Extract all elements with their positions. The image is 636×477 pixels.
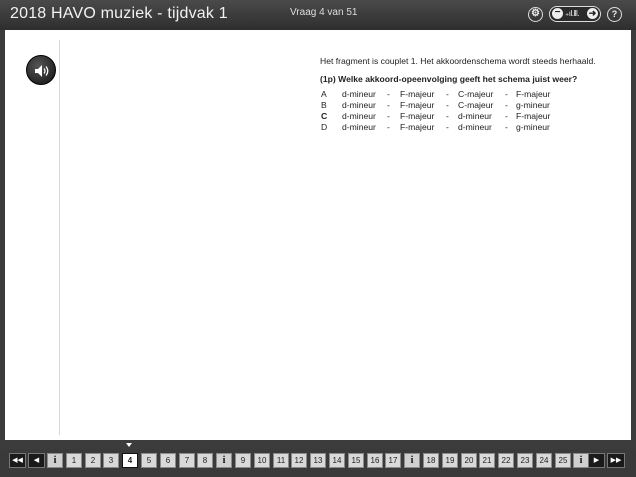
double-left-arrow-icon[interactable]: ◀◀ bbox=[9, 453, 26, 468]
help-icon[interactable]: ? bbox=[607, 7, 622, 22]
nav-question-15[interactable]: 15 bbox=[348, 453, 364, 468]
left-arrow-icon[interactable]: ◀ bbox=[28, 453, 45, 468]
chord-separator: - bbox=[387, 89, 390, 99]
nav-question-25[interactable]: 25 bbox=[555, 453, 571, 468]
option-chord: F-majeur bbox=[400, 122, 435, 132]
nav-question-11[interactable]: 11 bbox=[273, 453, 289, 468]
nav-question-20[interactable]: 20 bbox=[461, 453, 477, 468]
nav-question-3[interactable]: 3 bbox=[103, 453, 119, 468]
nav-question-8[interactable]: 8 bbox=[197, 453, 213, 468]
option-chord: d-mineur bbox=[458, 111, 492, 121]
answer-option[interactable]: Bd-mineur - F-majeur - C-majeur - g-mineur bbox=[320, 100, 620, 111]
nav-question-9[interactable]: 9 bbox=[235, 453, 251, 468]
chord-separator: - bbox=[446, 100, 449, 110]
question-prompt: (1p) Welke akkoord-opeenvolging geeft he… bbox=[320, 74, 578, 84]
question-intro: Het fragment is couplet 1. Het akkoorden… bbox=[320, 56, 596, 66]
option-chord: F-majeur bbox=[516, 89, 551, 99]
answer-options: Ad-mineur - F-majeur - C-majeur - F-majeur Bd-m… bbox=[320, 89, 620, 133]
info-icon[interactable]: i bbox=[216, 453, 232, 468]
nav-question-23[interactable]: 23 bbox=[517, 453, 533, 468]
answer-option[interactable]: Ad-mineur - F-majeur - C-majeur - F-majeur bbox=[320, 89, 620, 100]
exam-app-window: 2018 HAVO muziek - tijdvak 1 Vraag 4 van… bbox=[0, 0, 636, 477]
double-right-arrow-icon[interactable]: ▶▶ bbox=[607, 453, 625, 468]
option-chord: F-majeur bbox=[516, 111, 551, 121]
current-question-marker bbox=[126, 443, 132, 447]
right-arrow-icon[interactable]: ▶ bbox=[588, 453, 605, 468]
option-chord: d-mineur bbox=[342, 122, 376, 132]
chord-separator: - bbox=[387, 122, 390, 132]
chord-separator: - bbox=[387, 111, 390, 121]
header-bar: 2018 HAVO muziek - tijdvak 1 Vraag 4 van… bbox=[0, 0, 636, 30]
question-counter: Vraag 4 van 51 bbox=[290, 7, 358, 18]
nav-question-18[interactable]: 18 bbox=[423, 453, 439, 468]
option-letter: A bbox=[321, 89, 327, 99]
nav-question-7[interactable]: 7 bbox=[179, 453, 195, 468]
info-icon[interactable]: i bbox=[404, 453, 420, 468]
nav-question-1[interactable]: 1 bbox=[66, 453, 82, 468]
nav-question-22[interactable]: 22 bbox=[498, 453, 514, 468]
info-icon[interactable]: i bbox=[47, 453, 63, 468]
nav-question-10[interactable]: 10 bbox=[254, 453, 270, 468]
nav-question-16[interactable]: 16 bbox=[367, 453, 383, 468]
zoom-control: − ₊ıl.lll. ➜ bbox=[549, 6, 601, 22]
nav-question-12[interactable]: 12 bbox=[291, 453, 307, 468]
chord-separator: - bbox=[446, 89, 449, 99]
chord-separator: - bbox=[387, 100, 390, 110]
nav-question-13[interactable]: 13 bbox=[310, 453, 326, 468]
chord-separator: - bbox=[446, 111, 449, 121]
option-chord: d-mineur bbox=[342, 89, 376, 99]
nav-question-6[interactable]: 6 bbox=[160, 453, 176, 468]
option-letter: D bbox=[321, 122, 328, 132]
chord-separator: - bbox=[505, 111, 508, 121]
option-chord: C-majeur bbox=[458, 100, 494, 110]
answer-option[interactable]: Cd-mineur - F-majeur - d-mineur - F-majeur bbox=[320, 111, 620, 122]
nav-question-5[interactable]: 5 bbox=[141, 453, 157, 468]
chord-separator: - bbox=[446, 122, 449, 132]
minus-icon[interactable]: − bbox=[552, 8, 563, 19]
chord-separator: - bbox=[505, 122, 508, 132]
panel-divider bbox=[59, 40, 60, 435]
nav-question-21[interactable]: 21 bbox=[479, 453, 495, 468]
question-block: Het fragment is couplet 1. Het akkoorden… bbox=[320, 56, 620, 133]
plus-arrow-icon[interactable]: ➜ bbox=[587, 8, 598, 19]
option-chord: C-majeur bbox=[458, 89, 494, 99]
nav-question-14[interactable]: 14 bbox=[329, 453, 345, 468]
option-chord: F-majeur bbox=[400, 111, 435, 121]
option-chord: F-majeur bbox=[400, 100, 435, 110]
option-chord: g-mineur bbox=[516, 122, 550, 132]
option-letter: B bbox=[321, 100, 327, 110]
audio-play-button[interactable] bbox=[26, 55, 56, 85]
info-icon[interactable]: i bbox=[573, 453, 589, 468]
nav-question-17[interactable]: 17 bbox=[385, 453, 401, 468]
answer-option[interactable]: Dd-mineur - F-majeur - d-mineur - g-mineur bbox=[320, 122, 620, 133]
option-chord: F-majeur bbox=[400, 89, 435, 99]
chord-separator: - bbox=[505, 100, 508, 110]
nav-question-19[interactable]: 19 bbox=[442, 453, 458, 468]
speaker-icon bbox=[35, 65, 49, 77]
nav-question-current[interactable]: 4 bbox=[122, 453, 138, 468]
option-chord: d-mineur bbox=[342, 111, 376, 121]
settings-icon[interactable]: ⚙ bbox=[528, 7, 543, 22]
zoom-level-indicator: ₊ıl.lll. bbox=[565, 9, 580, 18]
nav-question-2[interactable]: 2 bbox=[85, 453, 101, 468]
question-panel: Het fragment is couplet 1. Het akkoorden… bbox=[5, 30, 631, 440]
nav-question-24[interactable]: 24 bbox=[536, 453, 552, 468]
app-title: 2018 HAVO muziek - tijdvak 1 bbox=[10, 5, 228, 22]
option-chord: d-mineur bbox=[342, 100, 376, 110]
chord-separator: - bbox=[505, 89, 508, 99]
option-chord: d-mineur bbox=[458, 122, 492, 132]
option-chord: g-mineur bbox=[516, 100, 550, 110]
option-letter: C bbox=[321, 111, 328, 121]
